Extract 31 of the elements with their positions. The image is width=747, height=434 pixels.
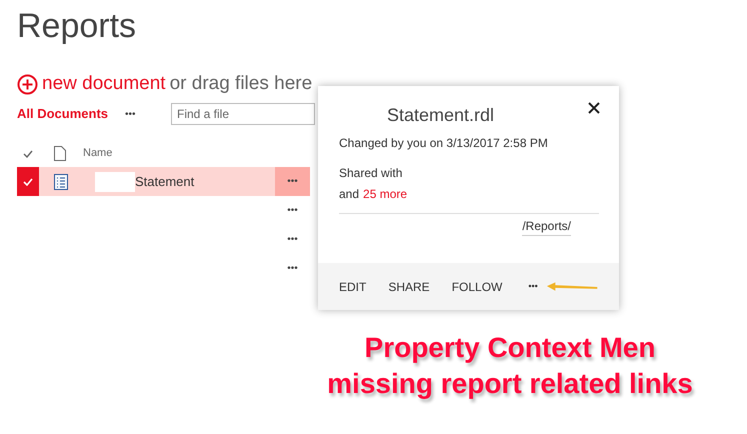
shared-and-text: and <box>339 186 360 203</box>
path-link[interactable]: /Reports/ <box>522 217 571 236</box>
callout-title: Statement.rdl <box>387 104 494 126</box>
action-link[interactable]: FOLLOW <box>452 278 502 296</box>
check-icon[interactable] <box>23 150 33 158</box>
more-button[interactable]: ••• <box>275 196 310 225</box>
more-actions-button[interactable]: ••• <box>528 280 538 294</box>
document-row[interactable]: Statement ••• <box>17 167 310 196</box>
view-more-button[interactable]: ••• <box>125 106 171 122</box>
add-icon[interactable] <box>17 74 38 94</box>
close-icon[interactable] <box>588 102 600 114</box>
annotation-text: Property Context Men <box>364 331 656 365</box>
more-button[interactable]: ••• <box>275 225 310 254</box>
shared-more-link[interactable]: 25 more <box>363 185 408 203</box>
action-link[interactable]: EDIT <box>339 278 366 296</box>
more-button[interactable]: ••• <box>275 254 310 283</box>
more-button[interactable]: ••• <box>275 167 310 196</box>
action-link[interactable]: SHARE <box>388 278 430 296</box>
drag-hint: or drag files here <box>170 72 312 96</box>
new-document-link[interactable]: new document <box>42 70 166 98</box>
file-name[interactable]: Statement <box>135 172 194 192</box>
name-column-header[interactable]: Name <box>83 145 112 162</box>
view-tab[interactable]: All Documents <box>17 104 125 124</box>
page-title: Reports <box>17 6 138 47</box>
shared-info: Shared with <box>339 165 404 182</box>
report-file-icon <box>54 174 68 190</box>
changed-info: Changed by you on 3/13/2017 2:58 PM <box>339 135 549 152</box>
search-field[interactable]: Find a file <box>171 103 315 125</box>
file-icon <box>54 146 66 161</box>
arrow-icon <box>546 282 598 292</box>
annotation-text: missing report related links <box>327 367 693 401</box>
